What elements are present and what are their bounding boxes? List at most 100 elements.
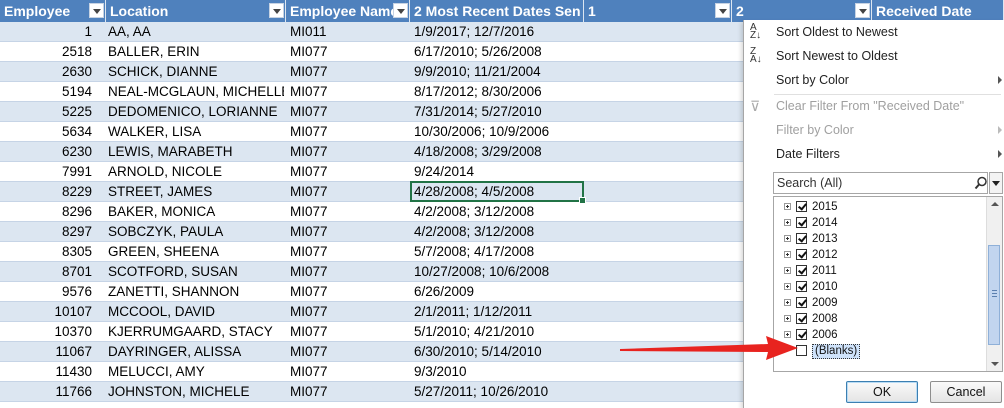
location-cell[interactable]: MELUCCI, AMY (108, 362, 284, 381)
filter-dropdown-col2[interactable] (855, 3, 870, 18)
header-location[interactable]: Location (106, 0, 286, 22)
year-checkbox[interactable] (796, 281, 807, 292)
menu-sort-newest[interactable]: Z A↓ Sort Newest to Oldest (744, 44, 1004, 68)
employee-name-cell[interactable]: MI077 (290, 62, 406, 81)
employee-name-cell[interactable]: MI077 (290, 342, 406, 361)
employee-name-cell[interactable]: MI077 (290, 262, 406, 281)
employee-name-cell[interactable]: MI077 (290, 82, 406, 101)
employee-cell[interactable]: 8296 (0, 202, 100, 221)
recent-dates-cell[interactable]: 9/3/2010 (414, 362, 584, 381)
scroll-up-arrow-icon[interactable] (987, 197, 1002, 211)
employee-name-cell[interactable]: MI077 (290, 242, 406, 261)
recent-dates-cell[interactable]: 4/2/2008; 3/12/2008 (414, 222, 584, 241)
location-cell[interactable]: GREEN, SHEENA (108, 242, 284, 261)
expand-icon[interactable] (784, 219, 791, 226)
location-cell[interactable]: ARNOLD, NICOLE (108, 162, 284, 181)
location-cell[interactable]: AA, AA (108, 22, 284, 41)
employee-cell[interactable]: 8297 (0, 222, 100, 241)
tree-scrollbar[interactable] (986, 197, 1002, 371)
employee-cell[interactable]: 2630 (0, 62, 100, 81)
tree-item-year[interactable]: 2009 (774, 295, 974, 311)
location-cell[interactable]: ZANETTI, SHANNON (108, 282, 284, 301)
location-cell[interactable]: STREET, JAMES (108, 182, 284, 201)
employee-name-cell[interactable]: MI077 (290, 102, 406, 121)
employee-cell[interactable]: 5225 (0, 102, 100, 121)
recent-dates-cell[interactable]: 7/31/2014; 5/27/2010 (414, 102, 584, 121)
scroll-down-arrow-icon[interactable] (987, 357, 1002, 371)
expand-icon[interactable] (784, 267, 791, 274)
year-checkbox[interactable] (796, 297, 807, 308)
scroll-thumb[interactable] (988, 245, 1000, 345)
employee-name-cell[interactable]: MI077 (290, 302, 406, 321)
employee-cell[interactable]: 9576 (0, 282, 100, 301)
filter-dropdown-employee[interactable] (89, 3, 104, 18)
recent-dates-cell[interactable]: 10/27/2008; 10/6/2008 (414, 262, 584, 281)
location-cell[interactable]: WALKER, LISA (108, 122, 284, 141)
recent-dates-cell[interactable]: 8/17/2012; 8/30/2006 (414, 82, 584, 101)
expand-icon[interactable] (784, 315, 791, 322)
employee-name-cell[interactable]: MI077 (290, 182, 406, 201)
tree-item-year[interactable]: 2013 (774, 231, 974, 247)
year-checkbox[interactable] (796, 233, 807, 244)
filter-dropdown-location[interactable] (269, 3, 284, 18)
recent-dates-cell[interactable]: 9/24/2014 (414, 162, 584, 181)
recent-dates-cell[interactable]: 5/27/2011; 10/26/2010 (414, 382, 584, 401)
location-cell[interactable]: NEAL-MCGLAUN, MICHELLE (108, 82, 284, 101)
location-cell[interactable]: BAKER, MONICA (108, 202, 284, 221)
year-checkbox[interactable] (796, 249, 807, 260)
recent-dates-cell[interactable]: 4/18/2008; 3/29/2008 (414, 142, 584, 161)
employee-cell[interactable]: 8701 (0, 262, 100, 281)
employee-name-cell[interactable]: MI077 (290, 162, 406, 181)
employee-name-cell[interactable]: MI077 (290, 282, 406, 301)
location-cell[interactable]: MCCOOL, DAVID (108, 302, 284, 321)
expand-icon[interactable] (784, 299, 791, 306)
year-checkbox[interactable] (796, 313, 807, 324)
employee-cell[interactable]: 8305 (0, 242, 100, 261)
employee-cell[interactable]: 11430 (0, 362, 100, 381)
recent-dates-cell[interactable]: 9/9/2010; 11/21/2004 (414, 62, 584, 81)
tree-item-year[interactable]: 2010 (774, 279, 974, 295)
employee-name-cell[interactable]: MI077 (290, 362, 406, 381)
cancel-button[interactable]: Cancel (930, 381, 1002, 403)
recent-dates-cell[interactable]: 2/1/2011; 1/12/2011 (414, 302, 584, 321)
tree-item-year[interactable]: 2012 (774, 247, 974, 263)
location-cell[interactable]: JOHNSTON, MICHELE (108, 382, 284, 401)
employee-name-cell[interactable]: MI077 (290, 202, 406, 221)
filter-search-input[interactable]: Search (All) (773, 172, 988, 194)
location-cell[interactable]: BALLER, ERIN (108, 42, 284, 61)
menu-date-filters[interactable]: Date Filters (744, 142, 1004, 166)
employee-name-cell[interactable]: MI077 (290, 222, 406, 241)
employee-cell[interactable]: 5194 (0, 82, 100, 101)
employee-cell[interactable]: 6230 (0, 142, 100, 161)
employee-cell[interactable]: 7991 (0, 162, 100, 181)
expand-icon[interactable] (784, 283, 791, 290)
employee-name-cell[interactable]: MI077 (290, 42, 406, 61)
employee-cell[interactable]: 5634 (0, 122, 100, 141)
recent-dates-cell[interactable]: 6/26/2009 (414, 282, 584, 301)
recent-dates-cell[interactable]: 10/30/2006; 10/9/2006 (414, 122, 584, 141)
employee-cell[interactable]: 11766 (0, 382, 100, 401)
recent-dates-cell[interactable]: 1/9/2017; 12/7/2016 (414, 22, 584, 41)
location-cell[interactable]: DEDOMENICO, LORIANNE (108, 102, 284, 121)
employee-name-cell[interactable]: MI077 (290, 142, 406, 161)
employee-name-cell[interactable]: MI077 (290, 382, 406, 401)
employee-cell[interactable]: 10107 (0, 302, 100, 321)
tree-item-year[interactable]: 2011 (774, 263, 974, 279)
recent-dates-cell[interactable]: 6/17/2010; 5/26/2008 (414, 42, 584, 61)
header-recent-dates[interactable]: 2 Most Recent Dates Sen (410, 0, 584, 22)
filter-dropdown-employee-name[interactable] (393, 3, 408, 18)
year-checkbox[interactable] (796, 265, 807, 276)
header-employee-name[interactable]: Employee Name (286, 0, 410, 22)
employee-cell[interactable]: 11067 (0, 342, 100, 361)
employee-cell[interactable]: 8229 (0, 182, 100, 201)
location-cell[interactable]: SCOTFORD, SUSAN (108, 262, 284, 281)
recent-dates-cell[interactable]: 5/1/2010; 4/21/2010 (414, 322, 584, 341)
menu-sort-oldest[interactable]: A Z↓ Sort Oldest to Newest (744, 20, 1004, 44)
employee-cell[interactable]: 1 (0, 22, 100, 41)
tree-item-blanks[interactable]: (Blanks) (774, 343, 974, 359)
header-col1[interactable]: 1 (584, 0, 732, 22)
expand-icon[interactable] (784, 235, 791, 242)
recent-dates-cell[interactable]: 5/7/2008; 4/17/2008 (414, 242, 584, 261)
location-cell[interactable]: SOBCZYK, PAULA (108, 222, 284, 241)
employee-name-cell[interactable]: MI077 (290, 122, 406, 141)
